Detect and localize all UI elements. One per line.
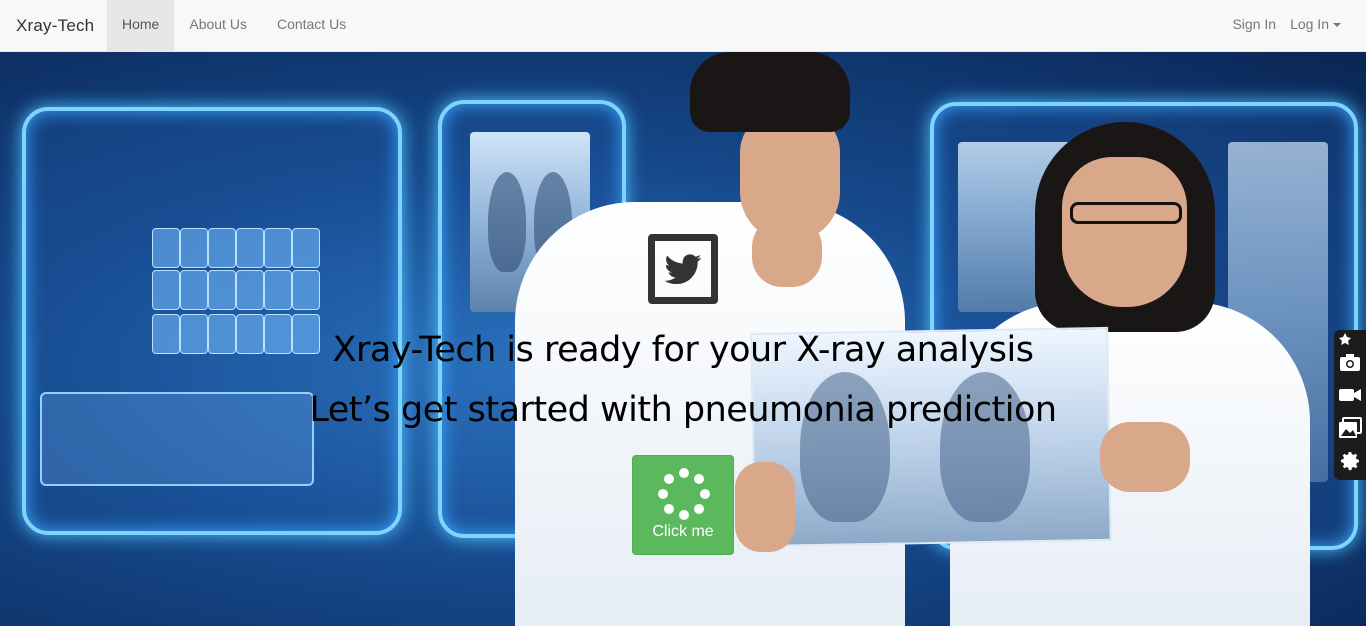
hero-logo: [648, 234, 718, 304]
hero-headline-1: Xray-Tech is ready for your X-ray analys…: [332, 330, 1034, 370]
navbar: Xray-Tech Home About Us Contact Us Sign …: [0, 0, 1366, 52]
image-icon[interactable]: [1338, 416, 1362, 440]
log-in-dropdown[interactable]: Log In: [1283, 0, 1348, 52]
nav-contact-us[interactable]: Contact Us: [262, 0, 361, 52]
nav-about-us[interactable]: About Us: [174, 0, 262, 52]
gear-icon[interactable]: [1338, 449, 1362, 473]
brand-link[interactable]: Xray-Tech: [16, 0, 94, 52]
camera-icon[interactable]: [1338, 350, 1362, 374]
click-me-button[interactable]: Click me: [632, 455, 734, 555]
sign-in-link[interactable]: Sign In: [1225, 0, 1283, 52]
pin-icon[interactable]: [1338, 332, 1362, 346]
video-icon[interactable]: [1338, 383, 1362, 407]
click-me-label: Click me: [652, 523, 714, 540]
log-in-label: Log In: [1290, 16, 1329, 32]
nav-home[interactable]: Home: [107, 0, 175, 52]
caret-down-icon: [1333, 23, 1341, 28]
main-nav: Home About Us Contact Us: [107, 0, 361, 52]
auth-nav: Sign In Log In: [1225, 0, 1348, 52]
screenshot-toolbar: [1334, 330, 1366, 480]
twitter-bird-icon: [664, 254, 702, 285]
hero-headline-2: Let’s get started with pneumonia predict…: [309, 390, 1057, 430]
spinner-icon: [658, 468, 710, 520]
